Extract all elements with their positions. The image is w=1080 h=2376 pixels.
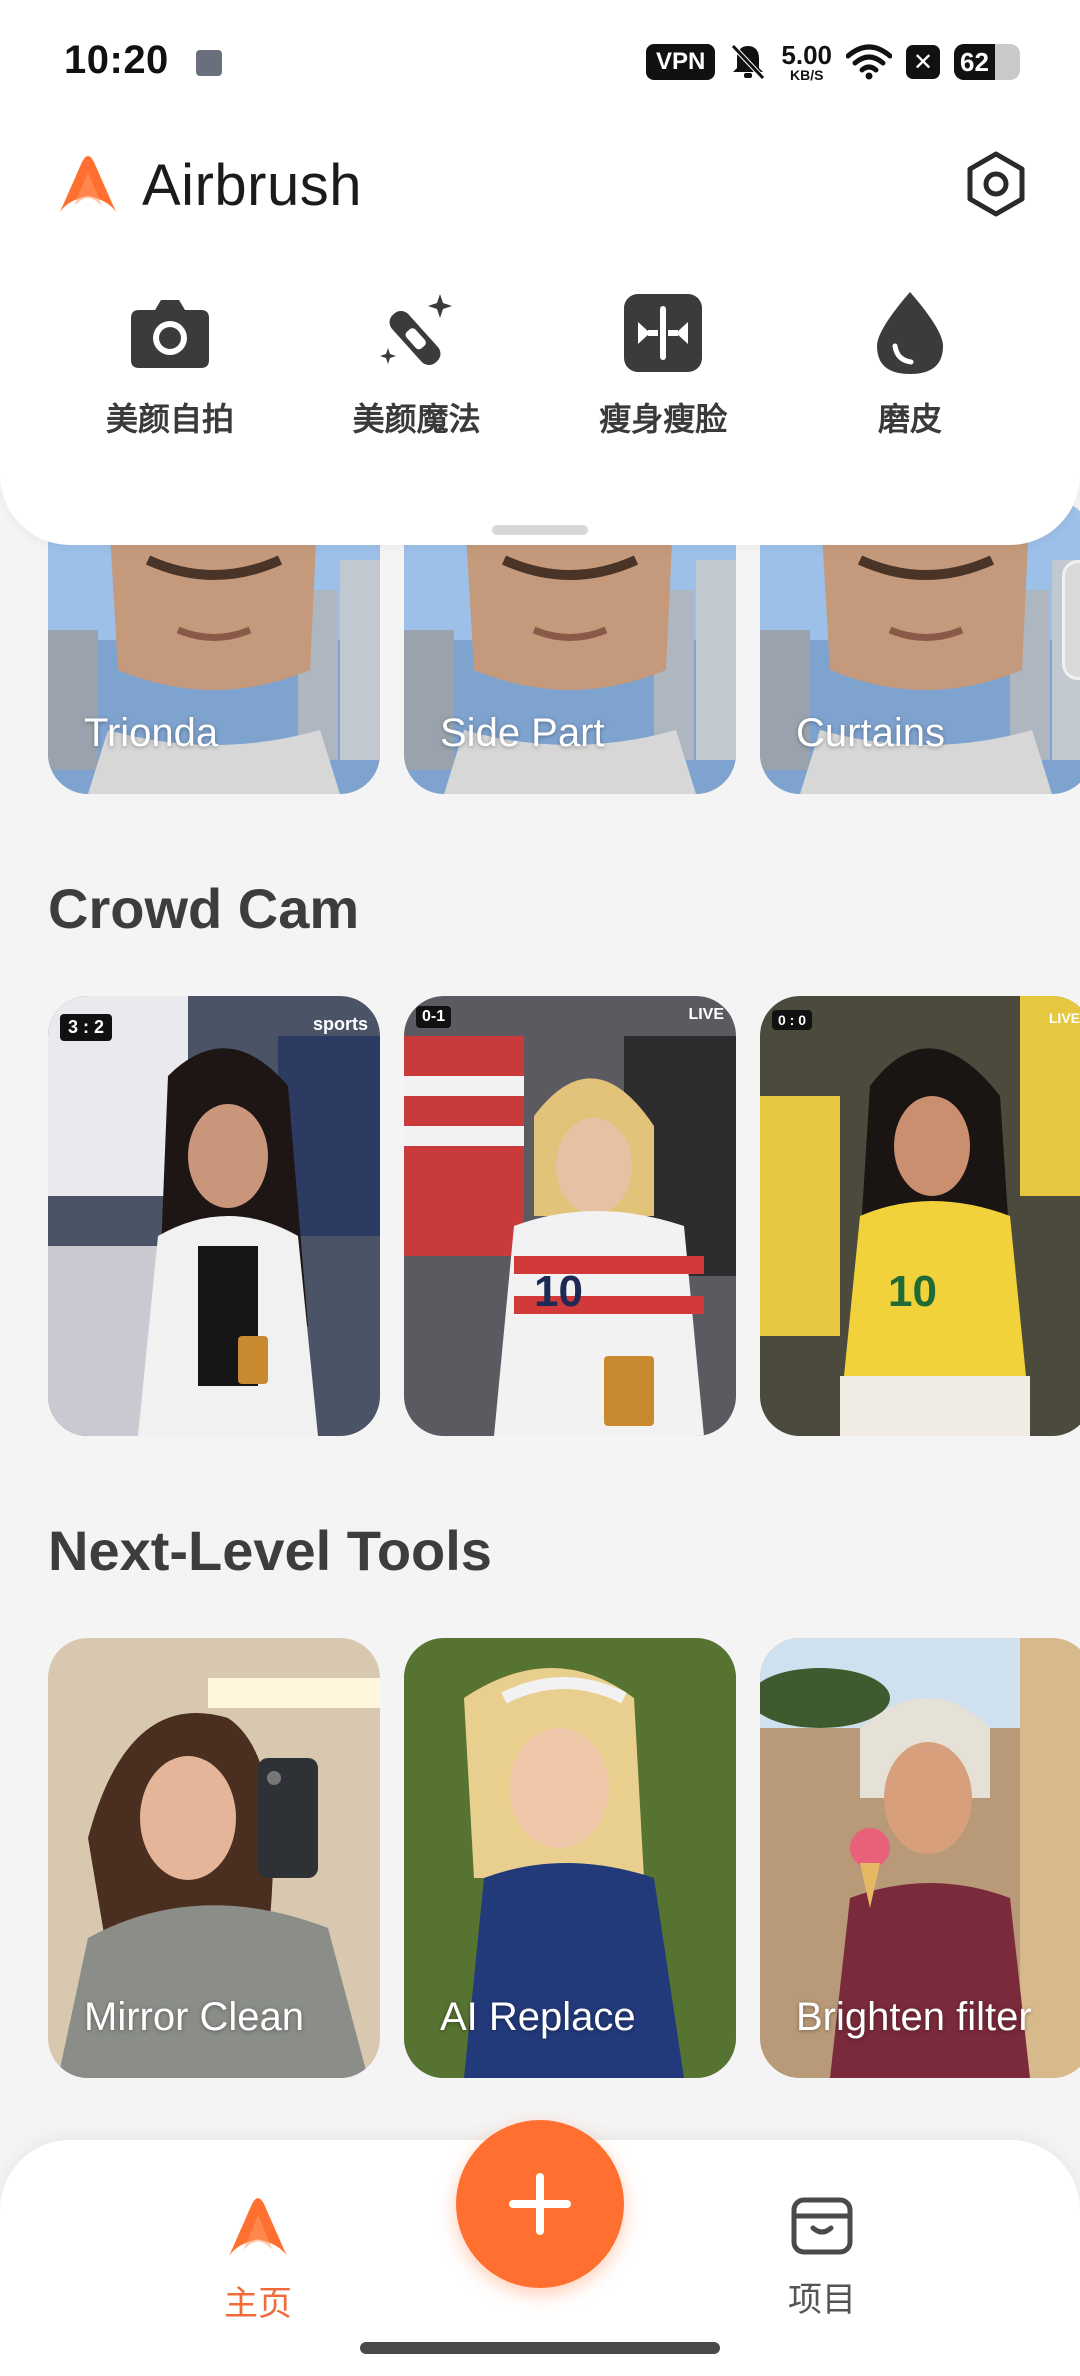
battery-level: 62 <box>960 47 989 77</box>
quick-tool-magic[interactable]: 美颜魔法 <box>317 290 517 440</box>
home-indicator[interactable] <box>360 2342 720 2354</box>
svg-text:10: 10 <box>534 1267 583 1316</box>
plus-icon <box>509 2173 571 2235</box>
crowd-cam-card-1[interactable]: 3 : 2 sports <box>48 996 380 1436</box>
tool-card-ai-replace[interactable]: AI Replace <box>404 1638 736 2078</box>
projects-box-icon <box>791 2197 853 2255</box>
quick-tool-label: 瘦身瘦脸 <box>599 401 728 437</box>
quick-tool-reshape[interactable]: 瘦身瘦脸 <box>563 290 763 440</box>
quick-tool-label: 磨皮 <box>877 401 942 437</box>
live-badge: LIVE <box>1048 1010 1080 1026</box>
camera-icon <box>131 300 209 368</box>
crowd-photo-thumbnail <box>48 996 380 1436</box>
drag-handle[interactable] <box>492 525 588 535</box>
no-sim-icon: ✕ <box>906 45 940 79</box>
nav-projects[interactable]: 项目 <box>742 2192 902 2321</box>
score-badge: 3 : 2 <box>60 1014 113 1041</box>
status-bar: 10:20 VPN 5.00 KB/S ✕ 62 <box>0 0 1080 120</box>
live-badge: LIVE <box>688 1006 724 1023</box>
section-title-next-level-tools: Next-Level Tools <box>48 1519 492 1582</box>
app-title: Airbrush <box>142 153 362 218</box>
crowd-photo-thumbnail: 10 <box>760 996 1080 1436</box>
status-icons: VPN 5.00 KB/S ✕ 62 <box>646 40 1020 84</box>
tool-card-mirror-clean[interactable]: Mirror Clean <box>48 1638 380 2078</box>
nav-home[interactable]: 主页 <box>178 2192 338 2325</box>
quick-tool-smooth[interactable]: 磨皮 <box>810 290 1010 440</box>
quick-tool-label: 美颜自拍 <box>105 401 234 437</box>
tool-card-brighten-filter[interactable]: Brighten filter <box>760 1638 1080 2078</box>
home-logo-icon <box>229 2198 287 2256</box>
card-label: AI Replace <box>440 1995 636 2039</box>
magic-wand-icon <box>379 294 452 366</box>
vpn-badge: VPN <box>646 44 716 80</box>
create-fab-button[interactable] <box>456 2120 624 2288</box>
floating-side-tab[interactable] <box>1062 560 1080 680</box>
nav-projects-label: 项目 <box>788 2281 856 2319</box>
crowd-cam-card-2[interactable]: 10 0-1 LIVE <box>404 996 736 1436</box>
card-label: Side Part <box>440 711 605 755</box>
card-label: Curtains <box>796 711 945 755</box>
card-label: Mirror Clean <box>84 1995 305 2039</box>
svg-text:10: 10 <box>888 1267 937 1316</box>
battery-icon: 62 <box>954 44 1020 80</box>
network-speed: 5.00 KB/S <box>781 40 832 83</box>
card-label: Trionda <box>84 711 219 755</box>
quick-tool-selfie[interactable]: 美颜自拍 <box>70 290 270 440</box>
wifi-icon <box>846 44 892 80</box>
notification-icon <box>196 50 222 76</box>
crowd-cam-row: 3 : 2 sports 10 0-1 LIVE 10 0: 0 LIVE <box>48 996 1080 1436</box>
reshape-icon <box>624 294 703 372</box>
nav-home-label: 主页 <box>224 2285 292 2323</box>
bell-muted-icon <box>731 44 766 80</box>
crowd-cam-card-3[interactable]: 10 0 : 0 LIVE <box>760 996 1080 1436</box>
score-badge: 0 : 0 <box>772 1010 813 1030</box>
quick-tool-label: 美颜魔法 <box>352 401 481 437</box>
next-level-tools-row: Mirror Clean AI Replace Brighten filter <box>48 1638 1080 2078</box>
crowd-photo-thumbnail: 10 <box>404 996 736 1436</box>
channel-badge: sports <box>312 1014 368 1034</box>
airbrush-logo-icon <box>60 156 116 212</box>
drop-icon <box>876 292 943 374</box>
status-time: 10:20 <box>64 38 169 82</box>
card-label: Brighten filter <box>796 1995 1032 2039</box>
app-screen: 10:20 VPN 5.00 KB/S ✕ 62 Airbrush 美颜自拍 美… <box>0 0 1080 2376</box>
quick-tools: 美颜自拍 美颜魔法 瘦身瘦脸 磨皮 <box>70 290 1010 440</box>
section-title-crowd-cam: Crowd Cam <box>48 877 360 940</box>
score-badge: 0-1 <box>416 1006 452 1028</box>
settings-icon[interactable] <box>962 150 1030 218</box>
